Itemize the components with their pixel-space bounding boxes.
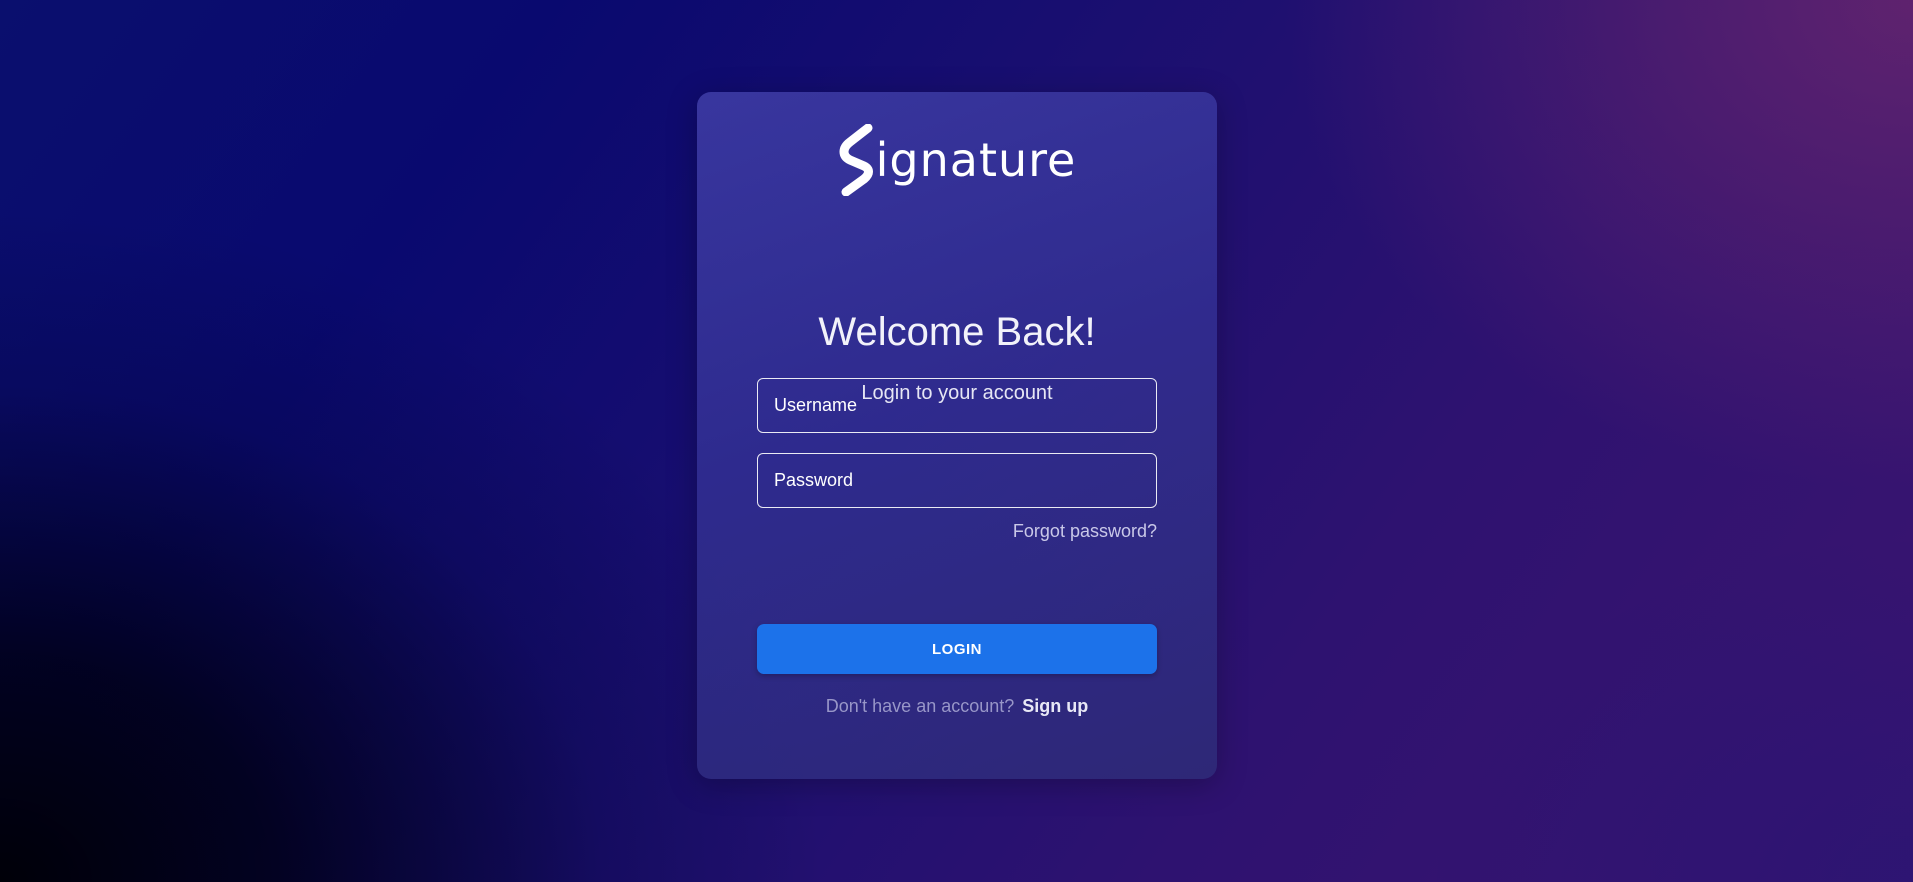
signup-prompt-text: Don't have an account? bbox=[825, 696, 1015, 716]
brand-name: ignature bbox=[875, 133, 1077, 187]
login-button[interactable]: LOGIN bbox=[757, 624, 1157, 674]
brand-logo: ignature bbox=[697, 122, 1217, 198]
page-title: Welcome Back! bbox=[818, 310, 1096, 354]
username-input[interactable] bbox=[757, 378, 1157, 433]
password-input[interactable] bbox=[757, 453, 1157, 508]
login-card: ignature Welcome Back! Login to your acc… bbox=[697, 92, 1217, 779]
forgot-password-link[interactable]: Forgot password? bbox=[1013, 521, 1157, 542]
signup-prompt: Don't have an account? Sign up bbox=[697, 696, 1217, 717]
signature-s-icon bbox=[839, 124, 873, 196]
signup-link[interactable]: Sign up bbox=[1022, 696, 1088, 716]
